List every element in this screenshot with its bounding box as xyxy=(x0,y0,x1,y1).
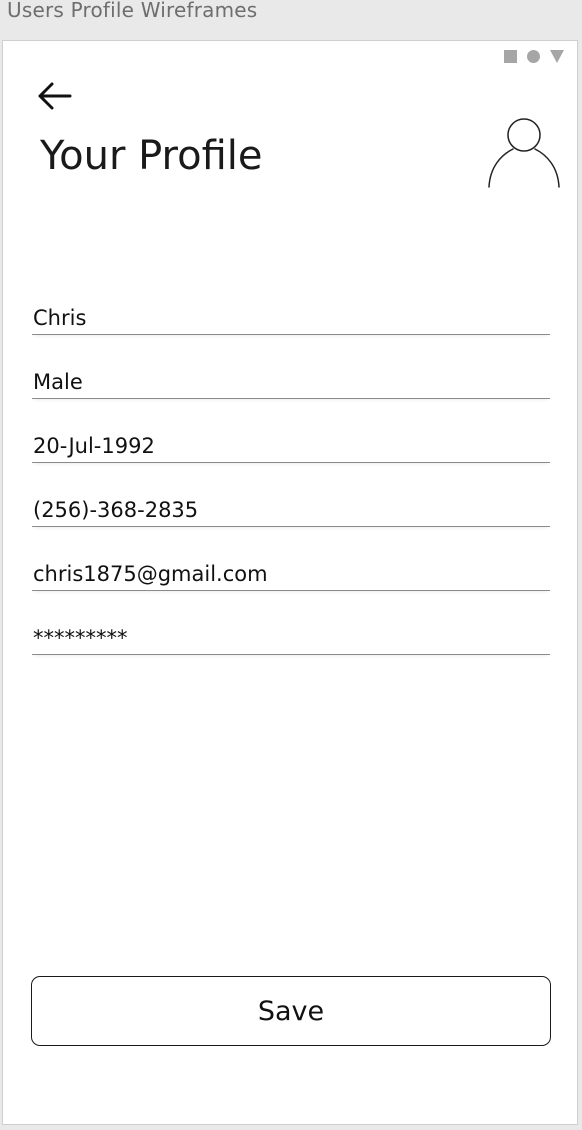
back-button[interactable] xyxy=(36,78,76,114)
email-input[interactable] xyxy=(33,562,543,586)
birth-date-input[interactable] xyxy=(33,434,543,458)
square-icon xyxy=(504,50,517,63)
triangle-icon xyxy=(550,50,564,63)
birth-date-field[interactable] xyxy=(32,417,550,463)
circle-icon xyxy=(527,50,540,63)
user-avatar-icon xyxy=(488,118,560,188)
window-title: Users Profile Wireframes xyxy=(7,0,258,22)
phone-field[interactable] xyxy=(32,481,550,527)
page-title: Your Profile xyxy=(40,133,263,179)
gender-field[interactable] xyxy=(32,353,550,399)
gender-input[interactable] xyxy=(33,370,543,394)
name-input[interactable] xyxy=(33,306,543,330)
status-icons xyxy=(504,50,564,63)
name-field[interactable] xyxy=(32,289,550,335)
password-field[interactable] xyxy=(32,609,550,655)
arrow-left-icon xyxy=(38,82,72,110)
avatar[interactable] xyxy=(483,113,565,189)
password-input[interactable] xyxy=(33,626,543,650)
phone-input[interactable] xyxy=(33,498,543,522)
save-button[interactable]: Save xyxy=(31,976,551,1046)
phone-frame: Your Profile Save xyxy=(2,40,578,1125)
email-field[interactable] xyxy=(32,545,550,591)
